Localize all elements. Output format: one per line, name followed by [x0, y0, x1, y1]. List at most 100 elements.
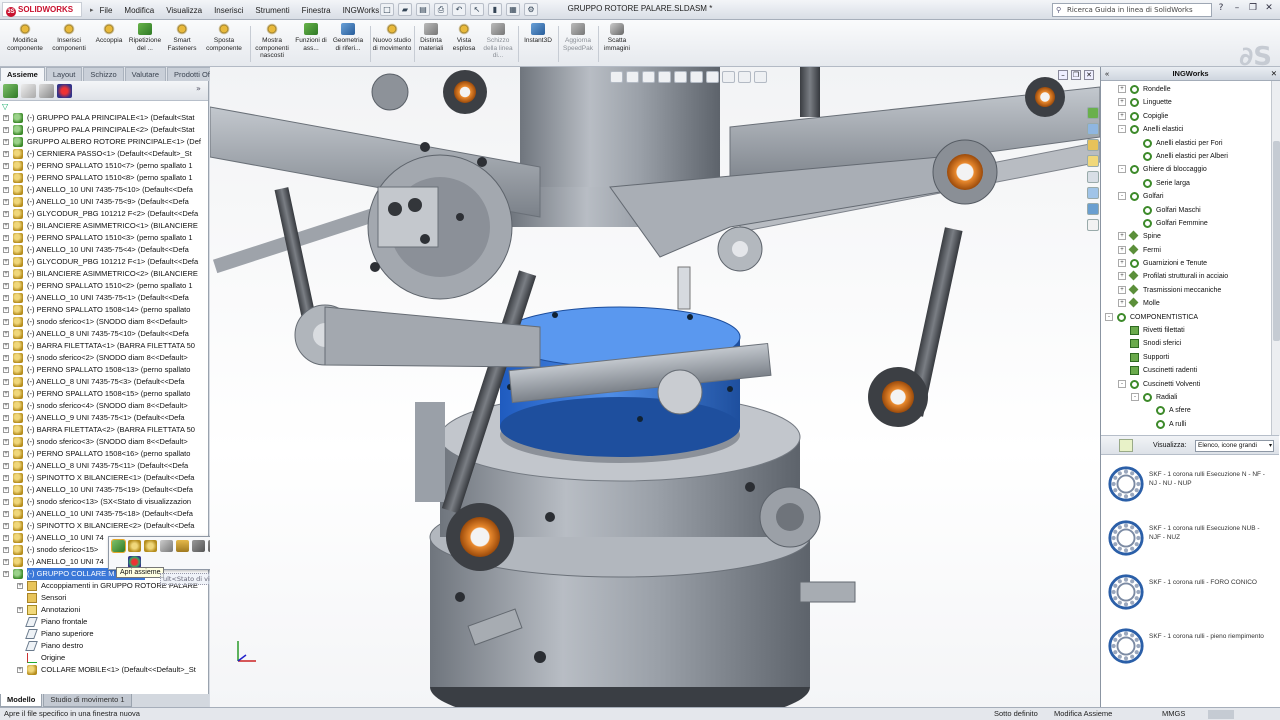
save-icon[interactable]: ▤ — [416, 3, 430, 16]
library-item[interactable]: + Profilati strutturali in acciaio — [1105, 270, 1270, 283]
tree-item[interactable]: + Annotazioni — [0, 604, 208, 616]
expand-icon[interactable]: + — [1118, 232, 1126, 241]
library-item[interactable]: Golfari Maschi — [1105, 204, 1270, 217]
library-item[interactable]: Anelli elastici per Fori — [1105, 137, 1270, 150]
library-item[interactable]: - Radiali — [1105, 391, 1270, 404]
tree-item[interactable]: + (-) snodo sferico<4> (SNODO diam 8<<Def… — [0, 400, 208, 412]
expand-icon[interactable]: + — [3, 127, 9, 133]
print-icon[interactable]: ⎙ — [434, 3, 448, 16]
move-component-button[interactable]: Sposta componente — [202, 23, 246, 52]
mate-button[interactable]: Accoppia — [92, 23, 126, 45]
minimize-icon[interactable]: – — [1230, 2, 1244, 16]
menu-strumenti[interactable]: Strumenti — [249, 6, 295, 15]
collapse-icon[interactable]: - — [1131, 392, 1139, 401]
tree-item[interactable]: + (-) BILANCIERE ASIMMETRICO<2> (BILANCIE… — [0, 268, 208, 280]
tree-item[interactable]: + (-) ANELLO_8 UNI 7435-75<3> (Default<<D… — [0, 376, 208, 388]
library-item[interactable]: + Guarnizioni e Tenute — [1105, 257, 1270, 270]
tree-item[interactable]: + (-) BARRA FILETTATA<1> (BARRA FILETTATA… — [0, 340, 208, 352]
library-item[interactable]: A sfere — [1105, 404, 1270, 417]
doc-close-icon[interactable]: ✕ — [1084, 70, 1094, 80]
expand-icon[interactable]: + — [3, 259, 9, 265]
show-hidden-components-button[interactable]: Mostra componenti nascosti — [252, 23, 292, 60]
help-icon[interactable]: ? — [1214, 2, 1228, 16]
menu-visualizza[interactable]: Visualizza — [160, 6, 208, 15]
transparency-icon[interactable] — [160, 540, 173, 552]
expand-icon[interactable]: + — [3, 343, 9, 349]
expand-icon[interactable]: + — [3, 211, 9, 217]
library-item[interactable]: - COMPONENTISTICA — [1105, 311, 1270, 324]
tab-layout[interactable]: Layout — [45, 67, 83, 81]
tree-item[interactable]: + (-) PERNO SPALLATO 1508<13> (perno spal… — [0, 364, 208, 376]
library-item[interactable]: - Golfari — [1105, 190, 1270, 203]
units-button-icon[interactable] — [1208, 710, 1234, 719]
rebuild-icon[interactable]: ▮ — [488, 3, 502, 16]
expand-icon[interactable]: + — [3, 379, 9, 385]
expand-icon[interactable]: + — [3, 139, 9, 145]
library-item[interactable]: Rivetti filettati — [1105, 324, 1270, 337]
library-item[interactable]: A rulli — [1105, 418, 1270, 431]
apply-scene-icon[interactable] — [738, 71, 751, 83]
rebuild-icon[interactable] — [192, 540, 205, 552]
tree-item[interactable]: + (-) ANELLO_8 UNI 7435-75<11> (Default<<… — [0, 460, 208, 472]
assembly-features-button[interactable]: Funzioni di ass... — [294, 23, 328, 52]
configuration-manager-tab-icon[interactable] — [39, 84, 54, 98]
tree-item[interactable]: + GRUPPO ALBERO ROTORE PRINCIPALE<1> (Def — [0, 136, 208, 148]
tree-item[interactable]: + (-) PERNO SPALLATO 1510<2> (perno spall… — [0, 280, 208, 292]
add-to-library-icon[interactable] — [1119, 439, 1133, 452]
view-settings-icon[interactable] — [754, 71, 767, 83]
take-snapshot-button[interactable]: Scatta immagini — [600, 23, 634, 52]
expand-icon[interactable]: + — [3, 547, 9, 553]
options-icon[interactable]: ⚙ — [524, 3, 538, 16]
library-scrollbar-thumb[interactable] — [1273, 141, 1280, 341]
expand-icon[interactable]: + — [3, 115, 9, 121]
design-library-tab-icon[interactable] — [1087, 139, 1099, 151]
tree-item[interactable]: + (-) ANELLO_8 UNI 7435-75<10> (Default<<… — [0, 328, 208, 340]
suppress-icon[interactable] — [176, 540, 189, 552]
new-document-icon[interactable]: □ — [380, 3, 394, 16]
expand-icon[interactable]: + — [3, 475, 9, 481]
tree-item[interactable]: + (-) SPINOTTO X BILANCIERE<1> (Default<<… — [0, 472, 208, 484]
expand-icon[interactable]: + — [3, 451, 9, 457]
tree-item[interactable]: + (-) BARRA FILETTATA<2> (BARRA FILETTATA… — [0, 424, 208, 436]
tree-item[interactable]: Piano frontale — [0, 616, 208, 628]
explode-line-sketch-button[interactable]: Schizzo della linea di... — [481, 23, 515, 60]
tree-item[interactable]: + (-) ANELLO_10 UNI 7435-75<4> (Default<<… — [0, 244, 208, 256]
expand-icon[interactable]: + — [1118, 272, 1126, 281]
doc-minimize-icon[interactable]: – — [1058, 70, 1068, 80]
edit-assembly-icon[interactable] — [128, 540, 141, 552]
new-motion-study-button[interactable]: Nuovo studio di movimento — [372, 23, 412, 52]
appearances-tab-icon[interactable] — [1087, 203, 1099, 215]
expand-icon[interactable]: + — [3, 151, 9, 157]
library-item[interactable]: Anelli elastici per Alberi — [1105, 150, 1270, 163]
expand-icon[interactable]: + — [3, 391, 9, 397]
component-pattern-button[interactable]: Ripetizione del ... — [126, 23, 164, 52]
tree-item[interactable]: + (-) GLYCODUR_PBG 101212 F<1> (Default<<… — [0, 256, 208, 268]
expand-icon[interactable]: + — [3, 235, 9, 241]
tree-item[interactable]: + (-) snodo sferico<3> (SNODO diam 8<<Def… — [0, 436, 208, 448]
custom-properties-tab-icon[interactable] — [1087, 219, 1099, 231]
zoom-area-icon[interactable] — [626, 71, 639, 83]
menu-finestra[interactable]: Finestra — [296, 6, 337, 15]
update-speedpak-button[interactable]: Aggiorna SpeedPak — [560, 23, 596, 52]
library-item[interactable]: + Fermi — [1105, 244, 1270, 257]
tree-item[interactable]: + (-) ANELLO_10 UNI 7435-75<9> (Default<<… — [0, 196, 208, 208]
zoom-to-fit-icon[interactable] — [610, 71, 623, 83]
expand-icon[interactable]: + — [1118, 85, 1126, 93]
edit-component-button[interactable]: Modifica componente — [6, 23, 44, 52]
section-view-icon[interactable] — [658, 71, 671, 83]
insert-components-button[interactable]: Inserisci componenti — [48, 23, 90, 52]
expand-icon[interactable]: + — [1118, 259, 1126, 268]
expand-icon[interactable]: + — [1118, 285, 1126, 294]
graphics-area[interactable]: – ❐ ✕ — [210, 67, 1100, 707]
library-item[interactable]: Snodi sferici — [1105, 337, 1270, 350]
select-arrow-icon[interactable]: ↖ — [470, 3, 484, 16]
bearing-item[interactable]: SKF - 1 corona rulli - pieno riempimento — [1101, 621, 1279, 673]
tree-item[interactable]: + (-) PERNO SPALLATO 1510<7> (perno spall… — [0, 160, 208, 172]
expand-icon[interactable]: + — [17, 583, 23, 589]
tree-item[interactable]: + (-) PERNO SPALLATO 1508<14> (perno spal… — [0, 304, 208, 316]
instant3d-button[interactable]: Instant3D — [520, 23, 556, 45]
library-item[interactable]: - Anelli elastici — [1105, 123, 1270, 136]
collapse-icon[interactable]: - — [1118, 379, 1126, 388]
hide-show-items-icon[interactable] — [706, 71, 719, 83]
hide-components-icon[interactable] — [144, 540, 157, 552]
